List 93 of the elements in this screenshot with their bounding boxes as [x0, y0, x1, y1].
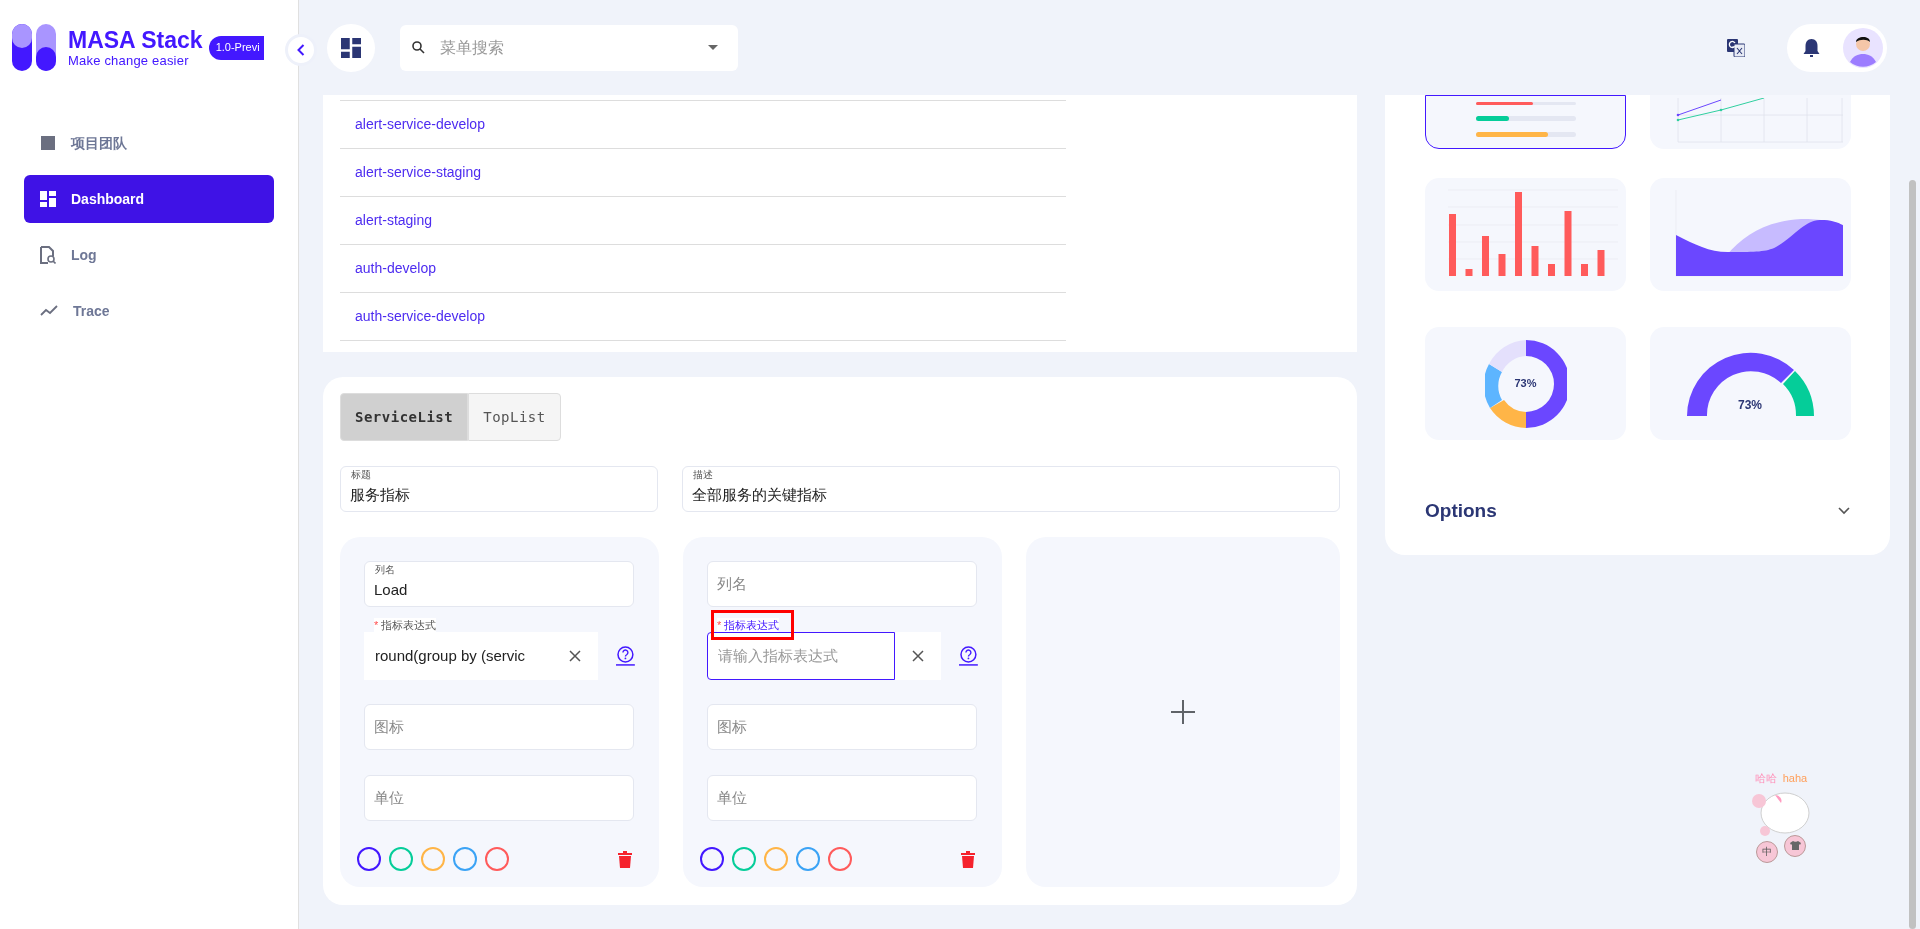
- widget-card[interactable]: [1649, 178, 1851, 291]
- field-placeholder: 单位: [374, 787, 404, 808]
- chart-bar: [1449, 213, 1456, 276]
- chart-bar: [1597, 249, 1605, 276]
- field-label: 列名: [374, 564, 396, 576]
- widget-card[interactable]: 73%: [1425, 327, 1626, 440]
- mascot-caption: haha: [1782, 771, 1808, 786]
- chart-bar: [1465, 268, 1473, 276]
- outfit-button[interactable]: [1784, 834, 1806, 857]
- color-option[interactable]: [764, 847, 788, 871]
- help-icon[interactable]: [959, 646, 978, 666]
- field-label: 标题: [350, 469, 372, 481]
- widget-card[interactable]: 73%: [1649, 327, 1851, 440]
- help-icon[interactable]: [616, 646, 635, 666]
- chevron-down-icon[interactable]: [1838, 507, 1850, 516]
- text-field[interactable]: 标题 服务指标: [340, 466, 658, 512]
- field-placeholder: 请输入指标表达式: [718, 645, 838, 666]
- close-icon: [911, 650, 924, 662]
- percent-label: 73%: [1514, 376, 1537, 392]
- color-option[interactable]: [453, 847, 477, 871]
- field-placeholder: 图标: [374, 716, 404, 737]
- color-option[interactable]: [421, 847, 445, 871]
- logo-icon: [12, 24, 56, 71]
- tab[interactable]: TopList: [468, 393, 561, 441]
- nav-item[interactable]: Log: [24, 231, 274, 279]
- field-placeholder: 图标: [717, 716, 747, 737]
- logo-tagline: Make change easier: [68, 53, 190, 68]
- field-label: * 指标表达式: [374, 618, 437, 632]
- dropdown-caret-icon: [708, 45, 718, 50]
- field-value: 全部服务的关键指标: [691, 486, 827, 504]
- translate-icon[interactable]: [1727, 38, 1745, 57]
- color-option[interactable]: [732, 847, 756, 871]
- text-field[interactable]: 图标: [707, 704, 977, 750]
- chart-bar: [1531, 245, 1539, 276]
- chart-bar: [1581, 263, 1588, 276]
- service-link[interactable]: alert-staging: [355, 210, 433, 231]
- chart-bar: [1482, 235, 1489, 276]
- field-placeholder: 单位: [717, 787, 747, 808]
- field-placeholder: 列名: [717, 573, 747, 594]
- chevron-left-icon: [297, 44, 305, 56]
- square-icon: [40, 135, 56, 151]
- document-search-icon: [40, 246, 56, 264]
- close-icon: [568, 650, 581, 662]
- chart-bar: [1548, 263, 1555, 276]
- field-value: round(group by (servic: [375, 645, 526, 666]
- avatar[interactable]: [1843, 27, 1883, 68]
- field-label: 描述: [691, 469, 714, 481]
- color-option[interactable]: [485, 847, 509, 871]
- color-option[interactable]: [828, 847, 852, 871]
- shirt-icon: [1789, 841, 1801, 850]
- tab[interactable]: ServiceList: [340, 393, 469, 441]
- service-link[interactable]: alert-service-staging: [355, 162, 482, 183]
- text-field[interactable]: 单位: [364, 775, 634, 821]
- text-field[interactable]: 列名 Load: [364, 561, 634, 607]
- bell-icon[interactable]: [1802, 37, 1821, 58]
- field-value: 服务指标: [350, 486, 410, 504]
- service-link[interactable]: auth-service-develop: [355, 306, 485, 327]
- text-field[interactable]: 列名: [707, 561, 977, 607]
- search-icon: [412, 41, 425, 54]
- trash-icon[interactable]: [961, 850, 975, 868]
- plus-icon: [1171, 700, 1195, 724]
- logo-title: MASA Stack: [68, 27, 203, 53]
- chart-bar: [1498, 253, 1506, 276]
- scrollbar-thumb[interactable]: [1909, 180, 1916, 929]
- dashboard-button[interactable]: [327, 23, 375, 72]
- widget-card[interactable]: [1425, 95, 1626, 149]
- service-link[interactable]: alert-service-develop: [355, 114, 485, 135]
- nav-item[interactable]: Dashboard: [24, 175, 274, 223]
- trash-icon[interactable]: [618, 850, 632, 868]
- color-option[interactable]: [389, 847, 413, 871]
- search-placeholder: 菜单搜索: [440, 37, 504, 58]
- text-field[interactable]: 描述 全部服务的关键指标: [681, 466, 1340, 512]
- line-chart-icon: [40, 305, 58, 317]
- options-title: Options: [1425, 499, 1497, 523]
- dashboard-icon: [341, 37, 361, 58]
- text-field[interactable]: 单位: [707, 775, 977, 821]
- mascot-caption: 哈哈: [1754, 771, 1777, 786]
- dashboard-icon: [40, 191, 56, 207]
- clear-button[interactable]: [894, 632, 942, 680]
- chart-bar: [1564, 210, 1572, 276]
- version-badge: 1.0-Previ: [208, 35, 264, 60]
- field-label: * 指标表达式: [717, 618, 780, 632]
- language-button[interactable]: 中: [1756, 840, 1778, 863]
- nav-item[interactable]: Trace: [24, 287, 274, 335]
- expression-field[interactable]: round(group by (servic: [364, 632, 552, 680]
- text-field[interactable]: 图标: [364, 704, 634, 750]
- color-option[interactable]: [796, 847, 820, 871]
- color-option[interactable]: [700, 847, 724, 871]
- color-option[interactable]: [357, 847, 381, 871]
- nav-item[interactable]: 项目团队: [24, 119, 274, 167]
- field-value: Load: [374, 581, 408, 599]
- percent-label: 73%: [1738, 396, 1762, 414]
- service-link[interactable]: auth-develop: [355, 258, 436, 279]
